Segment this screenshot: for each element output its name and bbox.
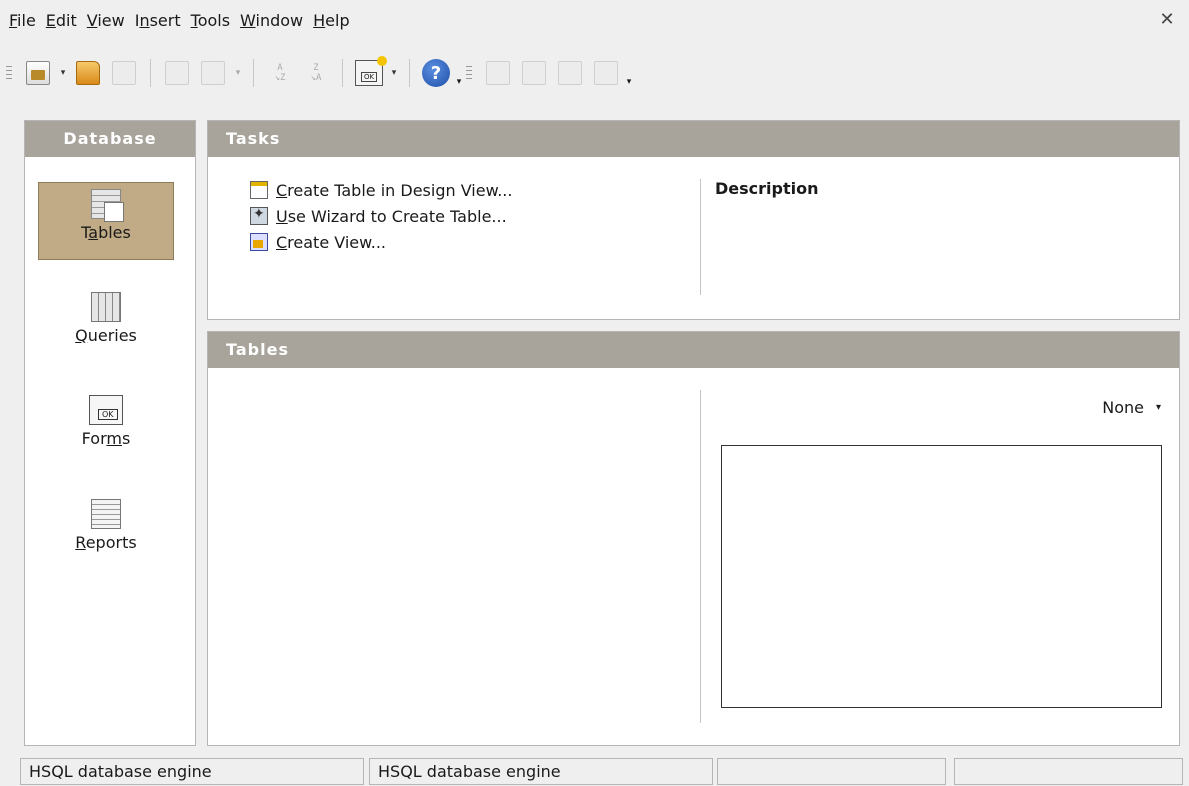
sort-descending-icon: Z ↘A <box>310 63 322 83</box>
status-bar: HSQL database engine HSQL database engin… <box>0 756 1189 786</box>
menu-edit[interactable]: Edit <box>41 0 82 42</box>
open-button[interactable] <box>72 57 104 89</box>
sort-descending-button[interactable]: Z ↘A <box>300 57 332 89</box>
form-design-dropdown[interactable]: ▾ <box>387 57 401 89</box>
task-label: Create Table in Design View... <box>276 180 513 200</box>
menu-window[interactable]: Window <box>235 0 308 42</box>
toolbar-grip-icon[interactable] <box>6 66 12 80</box>
category-forms-label: Forms <box>81 429 131 448</box>
category-reports-label: Reports <box>75 533 137 552</box>
open-table-button[interactable] <box>482 57 514 89</box>
chevron-down-icon: ▾ <box>1155 402 1161 413</box>
tables-panel-header: Tables <box>208 332 1179 368</box>
sparkle-icon <box>377 56 387 66</box>
toolbar-separator <box>253 59 254 87</box>
database-panel: Database Tables Queries Forms Reports <box>24 120 196 746</box>
task-label: Create View... <box>276 232 387 252</box>
wizard-icon <box>250 206 268 225</box>
preview-mode-select[interactable]: None ▾ <box>1102 398 1161 417</box>
category-queries-label: Queries <box>75 326 137 345</box>
category-forms[interactable]: Forms <box>38 389 174 467</box>
toolbar-separator <box>409 59 410 87</box>
tables-icon <box>91 189 124 222</box>
task-label: Use Wizard to Create Table... <box>276 206 507 226</box>
category-reports[interactable]: Reports <box>38 493 174 571</box>
table-icon <box>486 61 510 85</box>
queries-icon <box>91 292 121 322</box>
new-document-icon <box>26 61 50 85</box>
toolbar-separator <box>342 59 343 87</box>
task-use-wizard-create-table[interactable]: Use Wizard to Create Table... <box>250 203 512 229</box>
rename-button[interactable] <box>590 57 622 89</box>
toolbar-grip-icon[interactable] <box>466 66 472 80</box>
help-button[interactable]: ? <box>420 57 452 89</box>
paste-icon <box>201 61 225 85</box>
status-cell-connection: HSQL database engine <box>20 758 364 785</box>
tables-divider <box>700 390 701 723</box>
task-create-view[interactable]: Create View... <box>250 229 512 255</box>
delete-icon <box>558 61 582 85</box>
rename-icon <box>594 61 618 85</box>
toolbar-overflow-dropdown[interactable]: ▾ <box>454 57 464 89</box>
paste-button[interactable] <box>197 57 229 89</box>
database-panel-header: Database <box>25 121 195 157</box>
menu-file[interactable]: File <box>4 0 41 42</box>
menu-insert[interactable]: Insert <box>130 0 186 42</box>
save-button[interactable] <box>108 57 140 89</box>
copy-icon <box>165 61 189 85</box>
paste-dropdown[interactable]: ▾ <box>231 57 245 89</box>
open-folder-icon <box>76 61 100 85</box>
toolbar-overflow-dropdown[interactable]: ▾ <box>624 57 634 89</box>
preview-area <box>721 445 1162 708</box>
form-design-icon <box>355 56 387 86</box>
menu-help[interactable]: Help <box>308 0 354 42</box>
edit-button[interactable] <box>518 57 550 89</box>
category-tables-label: Tables <box>81 223 131 242</box>
task-create-table-design-view[interactable]: Create Table in Design View... <box>250 177 512 203</box>
description-title: Description <box>715 179 819 198</box>
tables-panel: Tables None ▾ <box>207 331 1180 746</box>
delete-button[interactable] <box>554 57 586 89</box>
tasks-divider <box>700 179 701 295</box>
sort-ascending-icon: A ↘Z <box>274 63 286 83</box>
edit-icon <box>522 61 546 85</box>
close-document-icon[interactable]: ✕ <box>1157 10 1177 30</box>
sort-ascending-button[interactable]: A ↘Z <box>264 57 296 89</box>
toolbar-separator <box>150 59 151 87</box>
category-tables[interactable]: Tables <box>38 182 174 260</box>
task-list: Create Table in Design View... Use Wizar… <box>250 177 512 255</box>
new-document-dropdown[interactable]: ▾ <box>56 57 70 89</box>
category-queries[interactable]: Queries <box>38 286 174 364</box>
preview-mode-value: None <box>1102 398 1144 417</box>
help-icon: ? <box>422 59 450 87</box>
menu-bar: File Edit View Insert Tools Window Help … <box>0 0 1189 42</box>
new-document-button[interactable] <box>22 57 54 89</box>
menu-tools[interactable]: Tools <box>186 0 235 42</box>
table-design-icon <box>250 181 268 199</box>
forms-icon <box>89 395 123 425</box>
reports-icon <box>91 499 121 529</box>
status-cell-empty <box>954 758 1183 785</box>
standard-toolbar: ▾ ▾ A↘Z Z↘A ▾ ? ▾ ▾ <box>0 42 1189 104</box>
tasks-panel: Tasks Create Table in Design View... Use… <box>207 120 1180 320</box>
create-view-icon <box>250 233 268 251</box>
menu-view[interactable]: View <box>82 0 130 42</box>
status-cell-empty <box>717 758 946 785</box>
copy-button[interactable] <box>161 57 193 89</box>
save-icon <box>112 61 136 85</box>
form-design-button[interactable] <box>353 56 387 89</box>
status-cell-engine: HSQL database engine <box>369 758 713 785</box>
tasks-panel-header: Tasks <box>208 121 1179 157</box>
